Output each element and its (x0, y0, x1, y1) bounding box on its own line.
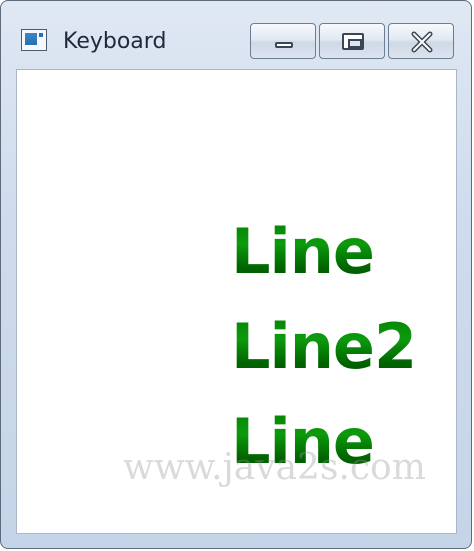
client-area: Line Line2 Line www.java2s.com (16, 69, 457, 534)
watermark: www.java2s.com (123, 447, 426, 488)
close-button[interactable] (388, 23, 454, 59)
app-window-icon[interactable] (21, 29, 47, 51)
window-title: Keyboard (63, 29, 167, 54)
window: Keyboard Line Line2 Line www.java2s.com (0, 0, 472, 549)
maximize-icon (342, 33, 364, 50)
text-line-1: Line (231, 212, 375, 292)
text-line-2: Line2 (231, 307, 417, 387)
title-bar[interactable]: Keyboard (1, 1, 471, 69)
minimize-icon (275, 42, 293, 48)
close-icon (411, 31, 433, 53)
minimize-button[interactable] (250, 23, 316, 59)
maximize-button[interactable] (319, 23, 385, 59)
